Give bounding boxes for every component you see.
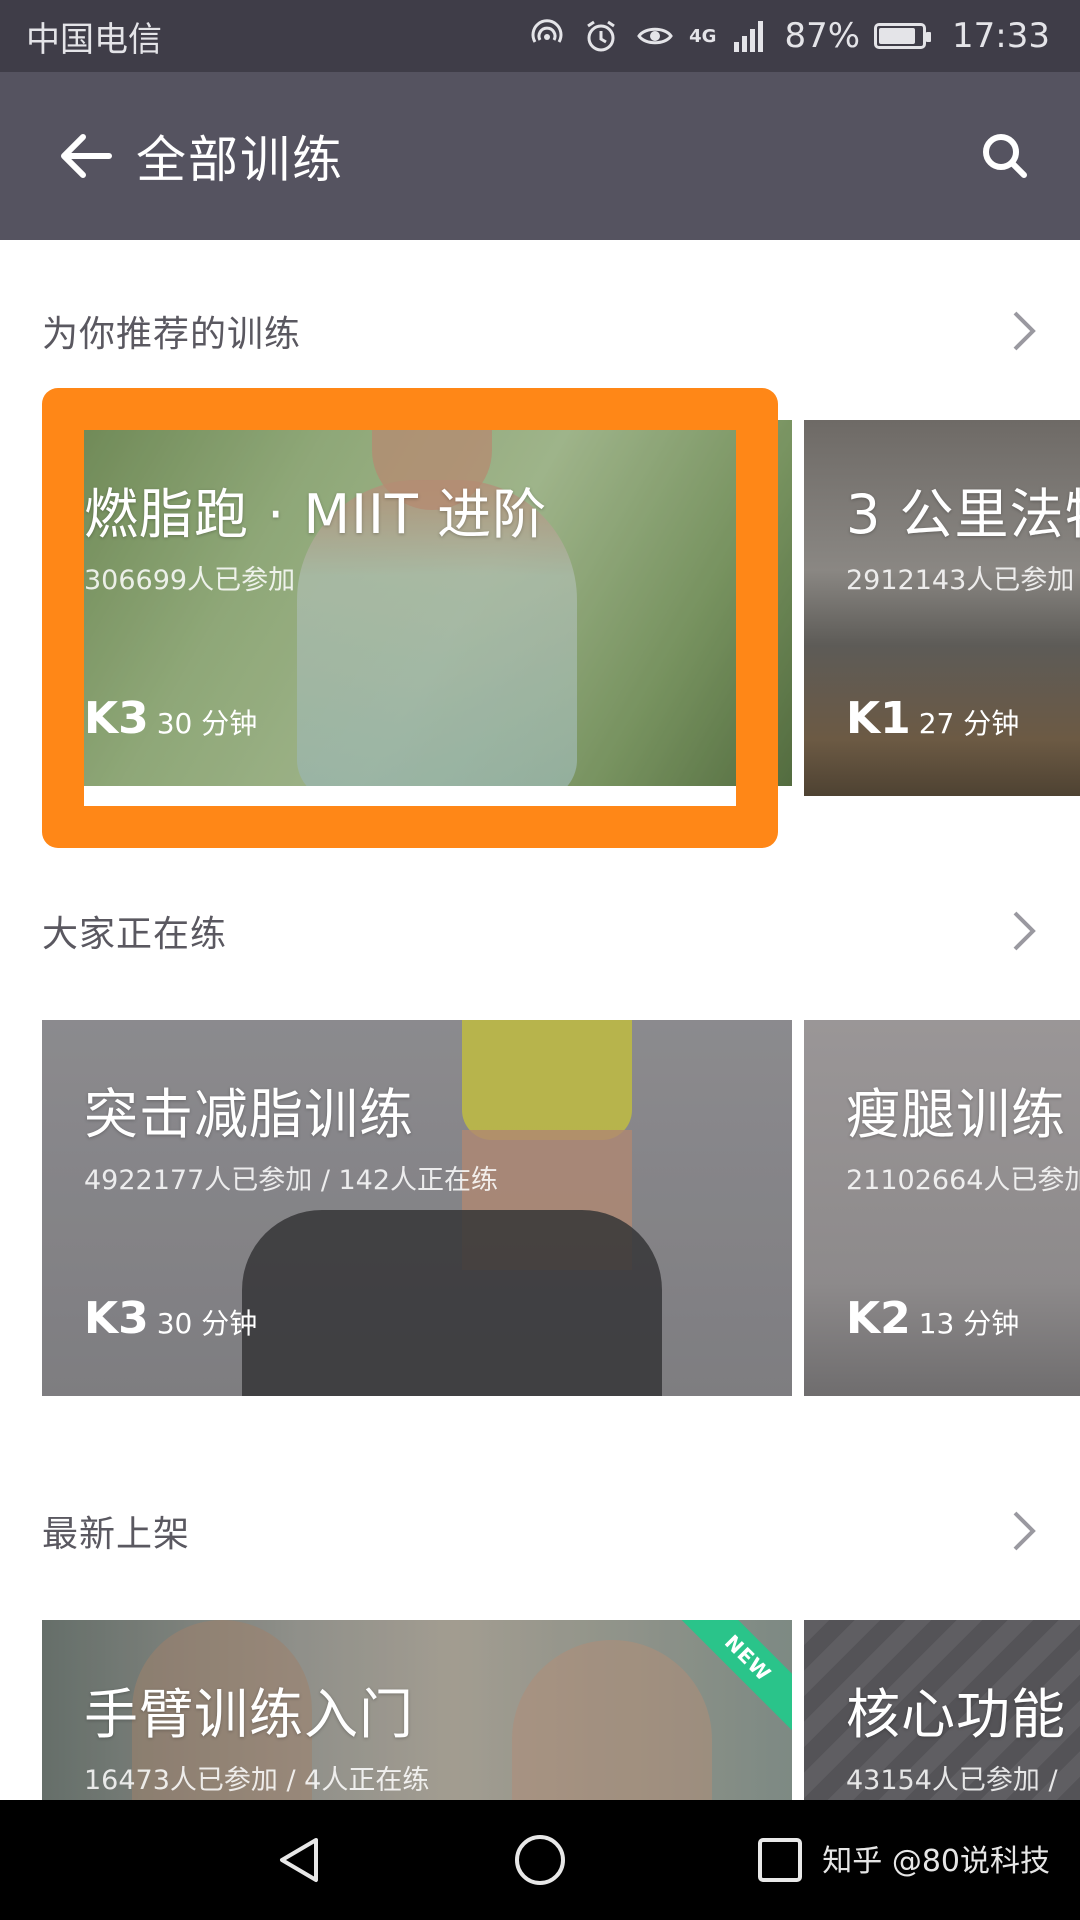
section-title: 大家正在练	[42, 914, 228, 955]
section-header[interactable]: 大家正在练	[0, 896, 1080, 966]
battery-fill	[879, 28, 916, 44]
hotspot-icon	[527, 16, 567, 56]
chevron-right-icon[interactable]	[1004, 906, 1044, 956]
card-participants: 43154人已参加 /	[846, 1765, 1058, 1796]
alarm-icon	[581, 16, 621, 56]
card-meta: K1 27 分钟	[846, 693, 1019, 744]
card-duration: 27 分钟	[918, 707, 1020, 740]
card-duration: 30 分钟	[156, 707, 258, 740]
watermark: 知乎 @80说科技	[822, 1836, 1050, 1880]
nav-home-button[interactable]	[504, 1824, 576, 1896]
chevron-right-icon[interactable]	[1004, 1506, 1044, 1556]
search-button[interactable]	[970, 121, 1040, 191]
nav-recents-icon	[758, 1838, 802, 1882]
battery-icon	[874, 23, 932, 49]
training-card[interactable]: 3 公里法特 2912143人已参加 K1 27 分钟	[804, 420, 1080, 796]
page-title: 全部训练	[136, 131, 344, 189]
back-arrow-icon	[61, 134, 112, 178]
card-participants: 16473人已参加 / 4人正在练	[84, 1765, 430, 1796]
search-icon	[983, 134, 1027, 178]
card-meta: K3 30 分钟	[84, 1293, 257, 1344]
back-button[interactable]	[56, 126, 116, 186]
navigation-bar: 知乎 @80说科技	[0, 1800, 1080, 1920]
section-title: 最新上架	[42, 1514, 191, 1555]
card-row: 燃脂跑 · MIIT 进阶 306699人已参加 K3 30 分钟 3 公里法特…	[0, 420, 1080, 796]
nav-home-icon	[515, 1835, 565, 1885]
card-level: K3	[84, 1293, 149, 1344]
card-level: K3	[84, 693, 149, 744]
section-header[interactable]: 为你推荐的训练	[0, 296, 1080, 366]
status-icons: 4G 87% 17:33	[527, 16, 1050, 56]
card-participants: 4922177人已参加 / 142人正在练	[84, 1165, 499, 1196]
card-title: 手臂训练入门	[84, 1683, 414, 1746]
card-row: 突击减脂训练 4922177人已参加 / 142人正在练 K3 30 分钟 瘦腿…	[0, 1020, 1080, 1396]
section-header[interactable]: 最新上架	[0, 1496, 1080, 1566]
network-label: 4G	[689, 25, 717, 47]
card-level: K1	[846, 693, 911, 744]
battery-percent: 87%	[784, 16, 861, 56]
section-recommended: 为你推荐的训练 燃脂跑 · MIIT 进阶 306699人已参加 K3 30 分…	[0, 296, 1080, 796]
carrier-label: 中国电信	[26, 19, 162, 60]
card-duration: 30 分钟	[156, 1307, 258, 1340]
nav-back-icon	[280, 1838, 318, 1882]
card-progress-bar	[42, 786, 792, 796]
card-duration: 13 分钟	[918, 1307, 1020, 1340]
nav-back-button[interactable]	[264, 1824, 336, 1896]
card-participants: 2912143人已参加	[846, 565, 1075, 596]
card-meta: K2 13 分钟	[846, 1293, 1019, 1344]
card-title: 突击减脂训练	[84, 1083, 414, 1146]
training-card[interactable]: 突击减脂训练 4922177人已参加 / 142人正在练 K3 30 分钟	[42, 1020, 792, 1396]
status-bar: 中国电信 4G 87% 17:33	[0, 0, 1080, 72]
card-title: 核心功能	[846, 1683, 1066, 1746]
section-popular: 大家正在练 突击减脂训练 4922177人已参加 / 142人正在练 K3 30…	[0, 896, 1080, 1396]
training-card[interactable]: 瘦腿训练 21102664人已参加 K2 13 分钟	[804, 1020, 1080, 1396]
card-title: 瘦腿训练	[846, 1083, 1066, 1146]
card-participants: 306699人已参加	[84, 565, 296, 596]
app-header: 全部训练	[0, 72, 1080, 240]
card-title: 燃脂跑 · MIIT 进阶	[84, 483, 548, 546]
watermark-text: 知乎 @80说科技	[822, 1844, 1050, 1879]
card-title: 3 公里法特	[846, 483, 1080, 546]
clock: 17:33	[952, 16, 1050, 56]
training-card[interactable]: 燃脂跑 · MIIT 进阶 306699人已参加 K3 30 分钟	[42, 420, 792, 796]
section-title: 为你推荐的训练	[42, 314, 302, 355]
card-level: K2	[846, 1293, 911, 1344]
nav-recents-button[interactable]	[744, 1824, 816, 1896]
card-meta: K3 30 分钟	[84, 693, 257, 744]
app-screen: 中国电信 4G 87% 17:33 全部训练 为你推荐的训练 燃脂跑 · MII…	[0, 0, 1080, 1920]
eye-care-icon	[635, 16, 675, 56]
signal-icon	[730, 16, 770, 56]
chevron-right-icon[interactable]	[1004, 306, 1044, 356]
card-participants: 21102664人已参加	[846, 1165, 1080, 1196]
